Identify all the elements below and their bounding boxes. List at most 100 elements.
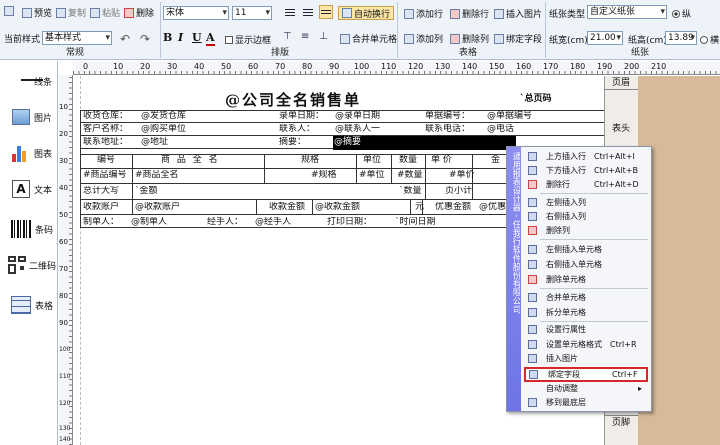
- label-pay-account[interactable]: 收款账户: [82, 202, 119, 213]
- label-summary[interactable]: 摘要：: [278, 137, 306, 148]
- valign-bottom-icon[interactable]: ⊥: [319, 31, 328, 42]
- font-name-select[interactable]: 宋体: [163, 6, 229, 20]
- menu-merge-cells[interactable]: 合并单元格: [522, 291, 650, 304]
- menu-insert-cell-left[interactable]: 左侧插入单元格: [522, 243, 650, 256]
- align-right-icon[interactable]: [319, 5, 333, 19]
- paper-width-input[interactable]: 21.00: [587, 31, 623, 45]
- menu-insert-col-left[interactable]: 左侧插入列: [522, 196, 650, 209]
- field-send-warehouse[interactable]: @发货仓库: [140, 111, 186, 122]
- label-entry-date[interactable]: 录单日期：: [278, 111, 324, 122]
- label-address[interactable]: 联系地址：: [82, 137, 128, 148]
- tool-table[interactable]: 表格: [2, 283, 62, 327]
- label-discount[interactable]: 优惠金额: [434, 202, 471, 213]
- menu-insert-row-above[interactable]: 上方插入行 Ctrl+Alt+I: [522, 150, 650, 163]
- copy-button[interactable]: 复制: [56, 6, 86, 19]
- landscape-radio[interactable]: 横: [700, 33, 719, 46]
- field-phone[interactable]: @电话: [486, 124, 514, 135]
- align-left-icon[interactable]: [283, 5, 297, 19]
- field-entry-date[interactable]: @录单日期: [334, 111, 380, 122]
- underline-button[interactable]: U: [192, 31, 202, 44]
- save-button[interactable]: [4, 6, 14, 16]
- menu-row-properties[interactable]: 设置行属性: [522, 323, 650, 336]
- label-phone[interactable]: 联系电话：: [424, 124, 470, 135]
- col-amount[interactable]: 金: [490, 155, 500, 166]
- total-label[interactable]: 总计大写: [82, 186, 119, 197]
- valign-middle-icon[interactable]: ≡: [301, 31, 309, 42]
- tool-text[interactable]: A 文本: [2, 167, 62, 211]
- col-qty[interactable]: 数量: [398, 155, 417, 166]
- show-border-checkbox[interactable]: 显示边框: [225, 33, 271, 46]
- field-summary-selected[interactable]: @摘要: [333, 136, 516, 150]
- valign-top-icon[interactable]: ⊤: [283, 31, 292, 42]
- label-creator[interactable]: 制单人：: [82, 217, 119, 228]
- field-print-date[interactable]: `时间日期: [394, 217, 436, 228]
- label-doc-number[interactable]: 单据编号：: [424, 111, 470, 122]
- menu-split-cells[interactable]: 拆分单元格: [522, 306, 650, 319]
- menu-insert-cell-right[interactable]: 右侧插入单元格: [522, 258, 650, 271]
- band-header[interactable]: 页眉: [604, 76, 638, 90]
- field-doc-number[interactable]: @单据编号: [486, 111, 532, 122]
- menu-cell-format[interactable]: 设置单元格格式 Ctrl+R: [522, 338, 650, 351]
- page-subtotal[interactable]: 页小计: [444, 186, 472, 197]
- report-title[interactable]: @公司全名销售单: [225, 89, 385, 109]
- menu-bind-field[interactable]: 绑定字段 Ctrl+F: [524, 367, 648, 382]
- label-customer-name[interactable]: 客户名称：: [82, 124, 128, 135]
- field-address[interactable]: @地址: [140, 137, 168, 148]
- paste-button[interactable]: 粘贴: [90, 6, 120, 19]
- label-print-date[interactable]: 打印日期：: [326, 217, 372, 228]
- col-code[interactable]: 编号: [96, 155, 115, 166]
- align-center-icon[interactable]: [301, 5, 315, 19]
- label-receive-warehouse[interactable]: 收货仓库：: [82, 111, 128, 122]
- bold-button[interactable]: B: [163, 31, 172, 44]
- redo-icon[interactable]: ↷: [140, 32, 150, 46]
- paper-type-select[interactable]: 自定义纸张: [587, 5, 667, 19]
- menu-auto-adjust[interactable]: 自动调整 ▸: [522, 382, 650, 395]
- label-handler[interactable]: 经手人：: [206, 217, 243, 228]
- detail-price[interactable]: #单价: [448, 170, 475, 181]
- font-color-button[interactable]: A: [206, 31, 215, 46]
- preview-button[interactable]: 预览: [22, 6, 52, 19]
- delete-col-button[interactable]: 删除列: [450, 32, 489, 45]
- menu-delete-row[interactable]: 删除行 Ctrl+Alt+D: [522, 178, 650, 191]
- label-contact[interactable]: 联系人：: [278, 124, 315, 135]
- menu-insert-col-right[interactable]: 右侧插入列: [522, 210, 650, 223]
- add-col-button[interactable]: 添加列: [404, 32, 443, 45]
- add-row-button[interactable]: 添加行: [404, 7, 443, 20]
- menu-delete-col[interactable]: 删除列: [522, 224, 650, 237]
- col-price[interactable]: 单 价: [430, 155, 452, 166]
- page-code[interactable]: `总页码: [520, 91, 552, 104]
- field-pay-account[interactable]: @收款账户: [134, 202, 180, 213]
- band-footer[interactable]: 页脚: [604, 415, 638, 429]
- menu-send-to-back[interactable]: 移到最底层: [522, 396, 650, 409]
- detail-unit[interactable]: #单位: [358, 170, 385, 181]
- field-creator[interactable]: @制单人: [130, 217, 167, 228]
- detail-spec[interactable]: #规格: [310, 170, 337, 181]
- total-qty[interactable]: `数量: [398, 186, 422, 197]
- total-amount-words[interactable]: `金额: [134, 186, 158, 197]
- field-contact[interactable]: @联系人一: [334, 124, 380, 135]
- detail-code[interactable]: #商品编号: [82, 170, 127, 181]
- font-size-select[interactable]: 11: [232, 6, 272, 20]
- menu-insert-row-below[interactable]: 下方插入行 Ctrl+Alt+B: [522, 164, 650, 177]
- col-unit[interactable]: 单位: [362, 155, 381, 166]
- field-pay-amount[interactable]: @收款金额: [314, 202, 360, 213]
- auto-wrap-button[interactable]: 自动换行: [338, 6, 395, 20]
- italic-button[interactable]: I: [178, 31, 183, 44]
- field-discount[interactable]: @优惠: [478, 202, 508, 213]
- detail-qty[interactable]: #数量: [396, 170, 423, 181]
- field-buyer[interactable]: @购买单位: [140, 124, 186, 135]
- menu-delete-cell[interactable]: 删除单元格: [522, 273, 650, 286]
- undo-icon[interactable]: ↶: [120, 32, 130, 46]
- detail-product-name[interactable]: #商品全名: [134, 170, 179, 181]
- merge-cells-button[interactable]: 合并单元格: [340, 32, 397, 45]
- band-table-head[interactable]: 表头: [604, 112, 638, 146]
- bind-field-button[interactable]: 绑定字段: [494, 32, 542, 45]
- label-pay-amount[interactable]: 收款金额: [268, 202, 305, 213]
- portrait-radio[interactable]: 纵: [672, 7, 691, 20]
- current-style-select[interactable]: 基本样式: [42, 31, 112, 45]
- col-spec[interactable]: 规格: [300, 155, 319, 166]
- delete-row-button[interactable]: 删除行: [450, 7, 489, 20]
- tool-qrcode[interactable]: 二维码: [2, 243, 62, 287]
- paper-height-input[interactable]: 13.89: [665, 31, 697, 45]
- insert-image-button[interactable]: 插入图片: [494, 7, 542, 20]
